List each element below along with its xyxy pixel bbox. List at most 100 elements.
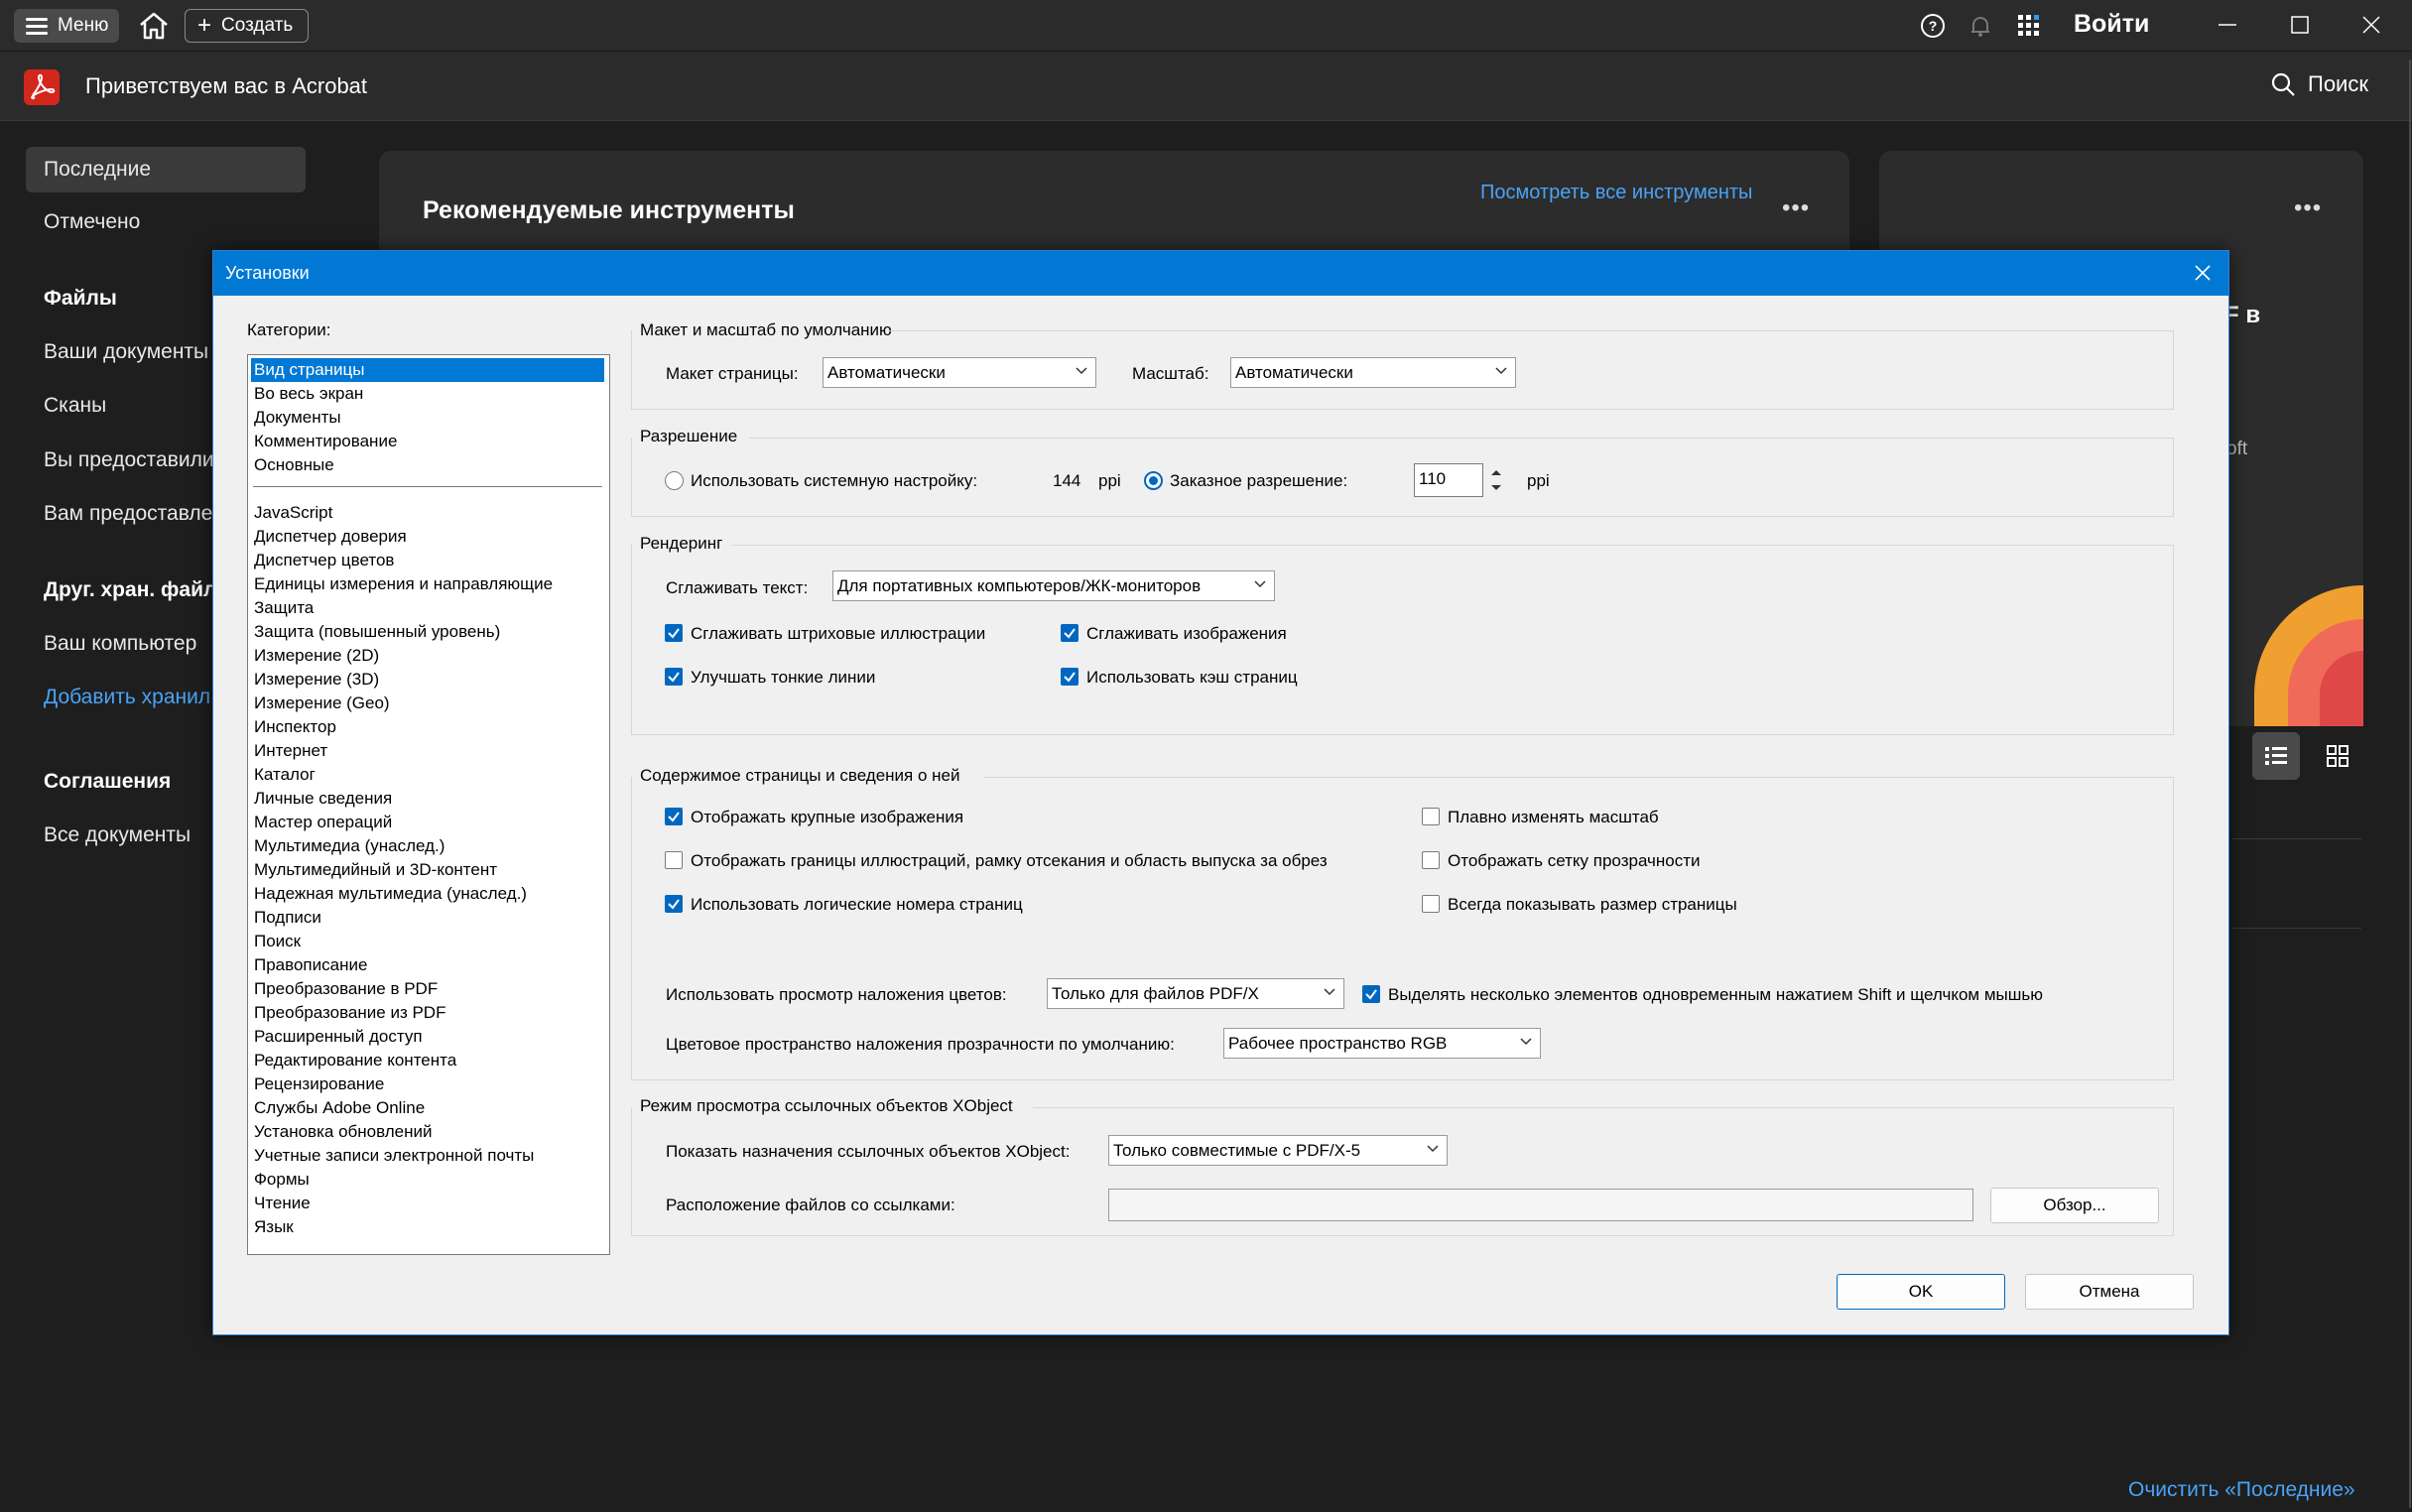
nav-item-all-documents[interactable]: Все документы: [44, 823, 190, 847]
maximize-icon[interactable]: [2285, 10, 2315, 40]
category-item[interactable]: Мастер операций: [251, 811, 604, 834]
dialog-close-icon[interactable]: [2191, 261, 2215, 285]
category-item[interactable]: JavaScript: [251, 501, 604, 525]
nav-item-shared-with-you[interactable]: Вам предоставле: [44, 502, 212, 526]
use-logical-page-numbers-label: Использовать логические номера страниц: [691, 895, 1023, 914]
category-item[interactable]: Защита: [251, 596, 604, 620]
scrollbar-track[interactable]: [2409, 60, 2411, 1508]
category-item[interactable]: Поиск: [251, 930, 604, 953]
signin-button[interactable]: Войти: [2074, 10, 2149, 39]
home-button[interactable]: [137, 11, 171, 41]
zoom-select[interactable]: Автоматически: [1230, 357, 1516, 388]
chevron-down-icon: [1254, 580, 1266, 588]
apps-grid-icon[interactable]: [2015, 12, 2043, 40]
menu-button[interactable]: Меню: [14, 9, 119, 43]
view-all-tools-link[interactable]: Посмотреть все инструменты: [1480, 182, 1752, 204]
promo-more-options-icon[interactable]: •••: [2294, 194, 2322, 222]
category-item[interactable]: Рецензирование: [251, 1072, 604, 1096]
categories-listbox[interactable]: Вид страницы Во весь экран Документы Коммен…: [247, 354, 610, 1255]
category-item[interactable]: Мультимедийный и 3D-контент: [251, 858, 604, 882]
promo-card-text-partial: F в: [2224, 302, 2261, 328]
ok-button[interactable]: OK: [1837, 1274, 2005, 1310]
category-item[interactable]: Во весь экран: [251, 382, 604, 406]
smooth-text-select[interactable]: Для портативных компьютеров/ЖК-мониторов: [832, 570, 1275, 601]
minimize-icon[interactable]: [2213, 10, 2242, 40]
dialog-title: Установки: [225, 263, 310, 283]
smooth-zoom-checkbox[interactable]: [1422, 808, 1440, 825]
blend-space-select[interactable]: Рабочее пространство RGB: [1223, 1028, 1541, 1059]
search-button[interactable]: Поиск: [2270, 71, 2368, 97]
nav-item-shared-by-you[interactable]: Вы предоставили: [44, 448, 214, 472]
category-item[interactable]: Формы: [251, 1168, 604, 1192]
category-item[interactable]: Преобразование в PDF: [251, 977, 604, 1001]
category-item[interactable]: Мультимедиа (унаслед.): [251, 834, 604, 858]
category-item[interactable]: Диспетчер цветов: [251, 549, 604, 572]
smooth-line-art-checkbox[interactable]: [665, 624, 683, 642]
category-item[interactable]: Чтение: [251, 1192, 604, 1215]
xobject-targets-label: Показать назначения ссылочных объектов X…: [666, 1142, 1071, 1161]
category-item[interactable]: Службы Adobe Online: [251, 1096, 604, 1120]
category-item[interactable]: Установка обновлений: [251, 1120, 604, 1144]
nav-item-your-documents[interactable]: Ваши документы: [44, 340, 208, 364]
show-large-images-checkbox[interactable]: [665, 808, 683, 825]
shift-click-select-checkbox[interactable]: [1362, 985, 1380, 1003]
category-item[interactable]: Единицы измерения и направляющие: [251, 572, 604, 596]
use-logical-page-numbers-checkbox[interactable]: [665, 895, 683, 913]
category-item[interactable]: Вид страницы: [251, 358, 604, 382]
linked-files-location-field[interactable]: [1108, 1189, 1973, 1221]
category-item[interactable]: Диспетчер доверия: [251, 525, 604, 549]
xobject-targets-select[interactable]: Только совместимые с PDF/X-5: [1108, 1135, 1448, 1166]
category-item[interactable]: Язык: [251, 1215, 604, 1239]
nav-item-add-storage[interactable]: Добавить хранил: [44, 686, 210, 709]
use-page-cache-label: Использовать кэш страниц: [1086, 668, 1298, 687]
category-item[interactable]: Инспектор: [251, 715, 604, 739]
show-art-trim-bleed-checkbox[interactable]: [665, 851, 683, 869]
category-item[interactable]: Правописание: [251, 953, 604, 977]
system-resolution-radio[interactable]: [665, 471, 684, 490]
use-page-cache-checkbox[interactable]: [1061, 668, 1079, 686]
category-item[interactable]: Личные сведения: [251, 787, 604, 811]
categories-separator: [253, 486, 602, 487]
nav-item-starred[interactable]: Отмечено: [44, 210, 140, 234]
help-icon[interactable]: ?: [1919, 12, 1947, 40]
enhance-thin-lines-checkbox[interactable]: [665, 668, 683, 686]
show-transparency-grid-checkbox[interactable]: [1422, 851, 1440, 869]
promo-illustration: [2254, 585, 2363, 726]
xobject-targets-value: Только совместимые с PDF/X-5: [1113, 1141, 1361, 1160]
list-view-button[interactable]: [2252, 732, 2300, 780]
page-layout-select[interactable]: Автоматически: [823, 357, 1096, 388]
browse-button[interactable]: Обзор...: [1990, 1188, 2159, 1223]
close-window-icon[interactable]: [2356, 10, 2386, 40]
category-item[interactable]: Документы: [251, 406, 604, 430]
overprint-select[interactable]: Только для файлов PDF/X: [1047, 978, 1344, 1009]
category-item[interactable]: Каталог: [251, 763, 604, 787]
always-show-page-size-checkbox[interactable]: [1422, 895, 1440, 913]
grid-view-button[interactable]: [2314, 732, 2361, 780]
nav-item-recent[interactable]: Последние: [44, 158, 151, 182]
clear-recent-link[interactable]: Очистить «Последние»: [2128, 1478, 2355, 1502]
category-item[interactable]: Комментирование: [251, 430, 604, 453]
more-options-icon[interactable]: •••: [1782, 194, 1810, 222]
category-item[interactable]: Интернет: [251, 739, 604, 763]
custom-resolution-input[interactable]: 110: [1414, 463, 1483, 497]
category-item[interactable]: Измерение (3D): [251, 668, 604, 692]
resolution-stepper[interactable]: [1484, 463, 1508, 497]
notifications-bell-icon[interactable]: [1967, 12, 1994, 40]
category-item[interactable]: Измерение (2D): [251, 644, 604, 668]
create-button[interactable]: + Создать: [185, 9, 309, 43]
smooth-images-checkbox[interactable]: [1061, 624, 1079, 642]
custom-resolution-radio[interactable]: [1144, 471, 1163, 490]
category-item[interactable]: Измерение (Geo): [251, 692, 604, 715]
hamburger-icon: [26, 18, 48, 35]
cancel-button[interactable]: Отмена: [2025, 1274, 2194, 1310]
nav-item-scans[interactable]: Сканы: [44, 394, 106, 418]
category-item[interactable]: Надежная мультимедиа (унаслед.): [251, 882, 604, 906]
category-item[interactable]: Учетные записи электронной почты: [251, 1144, 604, 1168]
category-item[interactable]: Расширенный доступ: [251, 1025, 604, 1049]
category-item[interactable]: Преобразование из PDF: [251, 1001, 604, 1025]
category-item[interactable]: Защита (повышенный уровень): [251, 620, 604, 644]
category-item[interactable]: Подписи: [251, 906, 604, 930]
category-item[interactable]: Редактирование контента: [251, 1049, 604, 1072]
category-item[interactable]: Основные: [251, 453, 604, 477]
nav-item-your-computer[interactable]: Ваш компьютер: [44, 632, 196, 656]
